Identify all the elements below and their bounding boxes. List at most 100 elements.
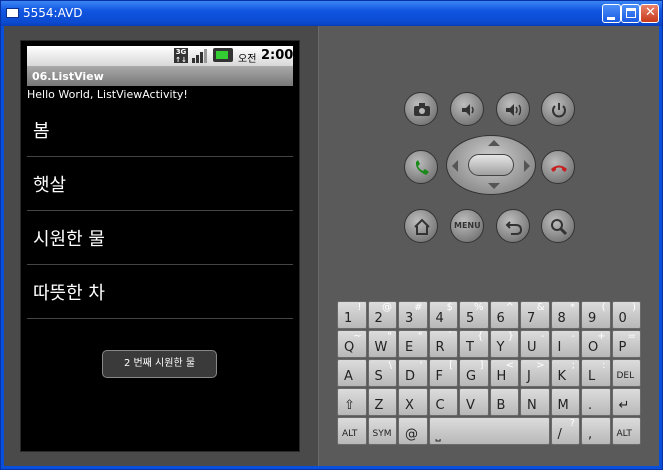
key-u[interactable]: U- — [520, 330, 550, 358]
clock: 2:00 — [261, 48, 294, 63]
key-label: Z — [374, 398, 384, 413]
search-button[interactable] — [541, 209, 575, 243]
key-label: S — [374, 369, 383, 384]
key-i[interactable]: I- — [550, 330, 580, 358]
key-space[interactable]: ⎵ — [428, 417, 550, 445]
key-z[interactable]: Z — [367, 388, 397, 416]
key-sym[interactable]: SYM — [367, 417, 397, 445]
key-d[interactable]: D ' — [398, 359, 428, 387]
key-e[interactable]: E " — [398, 330, 428, 358]
key-label: 8 — [557, 311, 566, 326]
menu-button[interactable]: MENU — [450, 209, 484, 243]
key-x[interactable]: X — [398, 388, 428, 416]
key-label: 9 — [588, 311, 597, 326]
key-8[interactable]: 8 * — [550, 301, 580, 329]
key-slash[interactable]: /? — [550, 417, 580, 445]
key-2[interactable]: 2 @ — [367, 301, 397, 329]
dpad[interactable] — [446, 135, 536, 195]
camera-button[interactable] — [404, 92, 438, 126]
hello-text: Hello World, ListViewActivity! — [27, 88, 188, 101]
key-3[interactable]: 3 # — [398, 301, 428, 329]
key-b[interactable]: B — [489, 388, 519, 416]
title-bar: 5554:AVD ✕ — [1, 1, 662, 26]
battery-icon — [213, 48, 233, 62]
volume-down-button[interactable] — [450, 92, 484, 126]
key-label: G — [466, 369, 477, 384]
key-↵[interactable]: ↵ — [611, 388, 641, 416]
window-title: 5554:AVD — [23, 6, 83, 20]
key-4[interactable]: 4 $ — [428, 301, 458, 329]
keyboard: 1! 2 @3 #4 $5% 6 ^ 7 & 8 * 9(0) Q ~ W " E " R ` T{Y} U - I - O + P =… — [337, 301, 647, 451]
dpad-down[interactable] — [488, 183, 500, 189]
key-c[interactable]: C — [428, 388, 458, 416]
maximize-button[interactable] — [621, 4, 640, 23]
minimize-button[interactable] — [602, 4, 621, 23]
key-k[interactable]: K; — [550, 359, 580, 387]
key-symbol: ? — [569, 418, 575, 429]
key-v[interactable]: V — [459, 388, 489, 416]
key-⇧[interactable]: ⇧ — [337, 388, 367, 416]
key-1[interactable]: 1! — [337, 301, 367, 329]
key-symbol: ! — [357, 302, 362, 313]
key-label: ⎵ — [435, 427, 441, 442]
list-item[interactable]: 봄 — [27, 103, 293, 157]
key-j[interactable]: J > — [520, 359, 550, 387]
key-l[interactable]: L: — [581, 359, 611, 387]
key-symbol: : — [602, 360, 606, 371]
dpad-left[interactable] — [452, 160, 458, 172]
key-g[interactable]: G] — [459, 359, 489, 387]
key-del[interactable]: DEL — [611, 359, 641, 387]
key-f[interactable]: F[ — [428, 359, 458, 387]
key-label: K — [557, 369, 567, 384]
volume-up-button[interactable] — [496, 92, 530, 126]
device-screen[interactable]: 3G ↑↓ 오전 2:00 06.ListView Hello World, Li… — [20, 40, 300, 452]
key-label: 1 — [344, 311, 353, 326]
key-7[interactable]: 7 & — [520, 301, 550, 329]
key-label: E — [405, 340, 414, 355]
key-5[interactable]: 5% — [459, 301, 489, 329]
key-label: ALT — [342, 429, 358, 439]
key-y[interactable]: Y} — [489, 330, 519, 358]
key-s[interactable]: S \ — [367, 359, 397, 387]
list-view[interactable]: 봄 햇살 시원한 물 따뜻한 차 — [27, 103, 293, 319]
dpad-right[interactable] — [524, 160, 530, 172]
call-button[interactable] — [404, 150, 438, 184]
key-label: C — [435, 398, 445, 413]
key-r[interactable]: R ` — [428, 330, 458, 358]
key-t[interactable]: T{ — [459, 330, 489, 358]
end-call-button[interactable] — [541, 150, 575, 184]
list-item[interactable]: 따뜻한 차 — [27, 265, 293, 319]
key-.[interactable]: . — [581, 388, 611, 416]
key-6[interactable]: 6 ^ — [489, 301, 519, 329]
home-button[interactable] — [404, 209, 438, 243]
key-o[interactable]: O + — [581, 330, 611, 358]
key-n[interactable]: N — [520, 388, 550, 416]
key-symbol: # — [414, 302, 423, 313]
key-p[interactable]: P = — [611, 330, 641, 358]
key-label: ALT — [616, 429, 632, 439]
list-item[interactable]: 햇살 — [27, 157, 293, 211]
dpad-center[interactable] — [468, 154, 514, 176]
list-item[interactable]: 시원한 물 — [27, 211, 293, 265]
dpad-up[interactable] — [488, 140, 500, 146]
key-label: 3 — [405, 311, 414, 326]
key-h[interactable]: H < — [489, 359, 519, 387]
home-icon — [414, 218, 430, 235]
volume-down-icon — [462, 104, 474, 116]
key-label: / — [557, 427, 562, 442]
key-at[interactable]: @ — [398, 417, 428, 445]
back-button[interactable] — [496, 209, 530, 243]
key-0[interactable]: 0) — [611, 301, 641, 329]
key-q[interactable]: Q ~ — [337, 330, 367, 358]
key-a[interactable]: A — [337, 359, 367, 387]
menu-label: MENU — [454, 221, 481, 230]
key-w[interactable]: W " — [367, 330, 397, 358]
key-alt-left[interactable]: ALT — [337, 417, 367, 445]
key-comma[interactable]: , — [581, 417, 611, 445]
close-button[interactable]: ✕ — [640, 4, 659, 23]
power-button[interactable] — [541, 92, 575, 126]
key-alt-right[interactable]: ALT — [611, 417, 641, 445]
phone-red-icon — [551, 165, 567, 172]
key-m[interactable]: M — [550, 388, 580, 416]
key-9[interactable]: 9( — [581, 301, 611, 329]
